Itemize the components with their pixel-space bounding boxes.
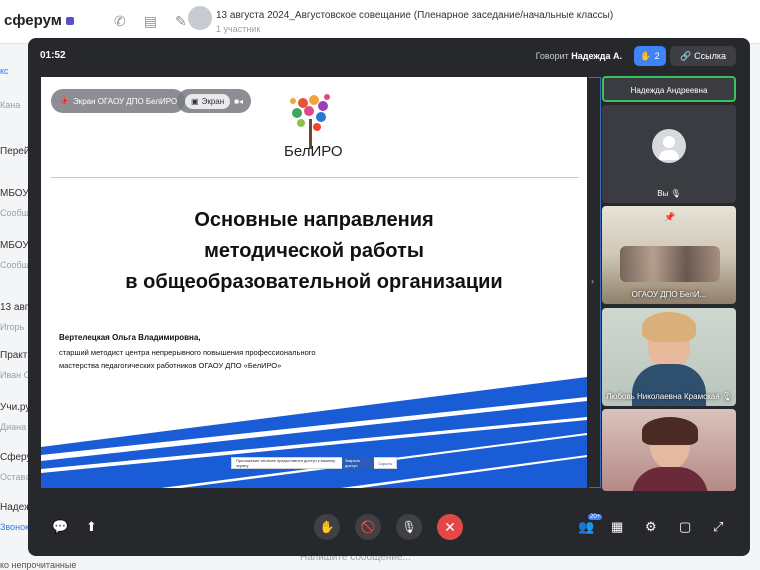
sidebar-chat-item[interactable]: Остава: [0, 472, 30, 482]
participant-video-hair: [642, 312, 696, 342]
participant-name: Вы 🎙: [657, 189, 681, 198]
sidebar-chat-item[interactable]: кс: [0, 66, 9, 76]
participant-name: Надежда Андреевна: [630, 86, 708, 95]
participant-name: ОГАОУ ДПО БелИ...: [631, 290, 707, 299]
sidebar-chat-item[interactable]: Надеж: [0, 502, 31, 513]
app-logo: сферум: [4, 12, 74, 29]
close-icon: ✕: [444, 518, 456, 535]
people-icon: 👥: [578, 519, 595, 534]
sidebar-chat-item[interactable]: Иван С: [0, 370, 30, 380]
sidebar-chat-item[interactable]: МБОУ: [0, 240, 29, 251]
end-call-button[interactable]: ✕: [437, 514, 463, 540]
mic-muted-icon: 🎙: [721, 392, 732, 401]
participant-video-body: [632, 467, 708, 491]
sidebar-chat-item[interactable]: Сферу: [0, 452, 31, 463]
chat-avatar: [188, 6, 212, 30]
pin-icon[interactable]: 📌: [664, 212, 675, 223]
hand-icon: ✋: [319, 520, 335, 534]
raise-hand-button[interactable]: ✋: [314, 514, 340, 540]
sidebar-chat-item[interactable]: Учи.ру: [0, 402, 30, 413]
sidebar-chat-item[interactable]: Сообщ: [0, 260, 29, 270]
participants-count-badge: 20+: [588, 514, 603, 520]
settings-gear-icon[interactable]: ⚙: [645, 519, 657, 535]
meeting-room-video: [620, 246, 720, 282]
mic-muted-icon: 🎙: [670, 189, 681, 198]
sidebar-chat-item[interactable]: Звонок: [0, 522, 29, 532]
grid-layout-icon[interactable]: ▦: [611, 519, 623, 535]
topbar-icons: ✆ ▤ ✎: [114, 13, 187, 30]
share-screen-icon[interactable]: ⬆: [86, 519, 97, 535]
phone-icon[interactable]: ✆: [114, 13, 126, 30]
mic-off-icon: 🎙: [401, 520, 417, 534]
archive-icon[interactable]: ▤: [144, 13, 157, 30]
avatar: [652, 129, 686, 163]
sidebar-chat-item[interactable]: МБОУ: [0, 188, 29, 199]
sidebar-chat-item[interactable]: Диана: [0, 422, 26, 432]
participant-tile-self[interactable]: Вы 🎙: [602, 105, 736, 203]
sidebar-chat-item[interactable]: Кана: [0, 100, 20, 110]
chat-subtitle: 1 участник: [216, 24, 261, 34]
participant-tile-speaker[interactable]: Любовь Николаевна Крамская 🎙: [602, 308, 736, 406]
sidebar-chat-item[interactable]: Сообщ: [0, 208, 29, 218]
sidebar-chat-item[interactable]: Игорь: [0, 322, 24, 332]
participant-tile-active[interactable]: Надежда Андреевна: [602, 76, 736, 102]
camera-off-button[interactable]: 🚫: [355, 514, 381, 540]
participant-tile[interactable]: [602, 409, 736, 491]
participant-tile-room[interactable]: 📌 ОГАОУ ДПО БелИ...: [602, 206, 736, 304]
mic-off-button[interactable]: 🎙: [396, 514, 422, 540]
participant-video-hair: [642, 417, 698, 445]
sidebar-chat-item[interactable]: Практ: [0, 350, 27, 361]
camera-off-icon: 🚫: [360, 520, 376, 534]
pip-icon[interactable]: ▢: [679, 519, 691, 535]
edit-icon[interactable]: ✎: [175, 13, 187, 30]
chat-title: 13 августа 2024_Августовское совещание (…: [216, 10, 614, 21]
call-controls: 💬 ⬆ ✋ 🚫 🎙 ✕ 👥 20+ ▦ ⚙ ▢ ⤢: [28, 506, 750, 556]
fullscreen-icon[interactable]: ⤢: [713, 519, 723, 535]
participant-name: Любовь Николаевна Крамская 🎙: [606, 392, 732, 401]
participants-button[interactable]: 👥 20+: [578, 514, 603, 535]
unread-filter[interactable]: ко непрочитанные: [0, 560, 76, 570]
chat-icon[interactable]: 💬: [52, 519, 68, 535]
